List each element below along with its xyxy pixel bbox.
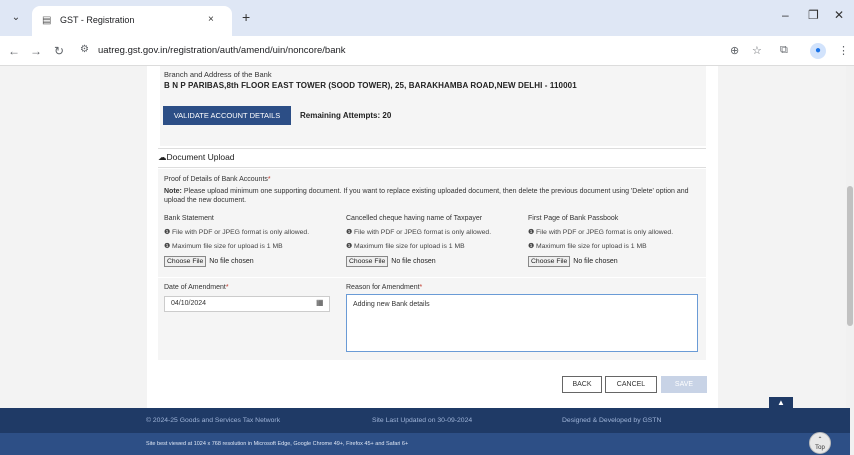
address-bar: ← → ↻ ⚙ uatreg.gst.gov.in/registration/a…	[0, 36, 854, 66]
choose-file-button[interactable]: Choose File	[164, 256, 207, 267]
note-label: Note:	[164, 188, 182, 195]
info-icon: ❶	[528, 229, 535, 236]
format-info: ❶ File with PDF or JPEG format is only a…	[346, 228, 526, 236]
proof-label-text: Proof of Details of Bank Accounts	[164, 176, 268, 183]
file-picker: Choose File No file chosen	[528, 256, 708, 267]
info-icon: ❶	[164, 243, 171, 250]
branch-address-value: B N P PARIBAS,8th FLOOR EAST TOWER (SOOD…	[164, 81, 577, 90]
browser-menu-icon[interactable]: ⋮	[838, 44, 849, 57]
info-icon: ❶	[528, 243, 535, 250]
required-mark: *	[267, 176, 271, 183]
document-upload-header	[158, 148, 706, 168]
reason-for-amendment-textarea[interactable]: Adding new Bank details	[346, 294, 698, 352]
site-info-icon[interactable]: ⚙	[80, 44, 89, 55]
choose-file-button[interactable]: Choose File	[528, 256, 571, 267]
format-info: ❶ File with PDF or JPEG format is only a…	[528, 228, 708, 236]
column-heading: First Page of Bank Passbook	[528, 215, 619, 222]
size-info-text: Maximum file size for upload is 1 MB	[353, 243, 465, 250]
footer-main: © 2024-25 Goods and Services Tax Network…	[0, 408, 850, 433]
size-info-text: Maximum file size for upload is 1 MB	[535, 243, 647, 250]
bank-statement-column: Bank Statement ❶ File with PDF or JPEG f…	[164, 215, 344, 267]
scrollbar-thumb[interactable]	[847, 186, 853, 326]
passbook-column: First Page of Bank Passbook ❶ File with …	[528, 215, 708, 267]
branch-address-label: Branch and Address of the Bank	[164, 70, 272, 79]
note-text: Please upload minimum one supporting doc…	[164, 188, 689, 204]
tab-close-icon[interactable]: ×	[208, 14, 214, 25]
footer-copyright: © 2024-25 Goods and Services Tax Network	[146, 417, 281, 424]
minimize-button[interactable]: –	[782, 8, 789, 22]
footer-last-updated: Site Last Updated on 30-09-2024	[372, 417, 473, 424]
browser-tab-bar: ⌄ ▤ GST - Registration × + – ❐ ✕	[0, 0, 854, 36]
profile-avatar-icon[interactable]: ●	[810, 43, 826, 59]
footer-designed-by: Designed & Developed by GSTN	[562, 417, 662, 424]
size-info: ❶ Maximum file size for upload is 1 MB	[164, 242, 344, 250]
browser-tab[interactable]: ▤ GST - Registration ×	[32, 6, 232, 36]
zoom-icon[interactable]: ⊕	[730, 44, 739, 57]
size-info: ❶ Maximum file size for upload is 1 MB	[346, 242, 526, 250]
remaining-attempts: Remaining Attempts: 20	[300, 111, 391, 120]
new-tab-button[interactable]: +	[242, 9, 250, 25]
cancelled-cheque-column: Cancelled cheque having name of Taxpayer…	[346, 215, 526, 267]
back-button[interactable]: BACK	[562, 376, 602, 393]
column-heading: Bank Statement	[164, 215, 214, 222]
footer-best-viewed: Site best viewed at 1024 x 768 resolutio…	[146, 441, 409, 447]
size-info-text: Maximum file size for upload is 1 MB	[171, 243, 283, 250]
date-of-amendment-input[interactable]: 04/10/2024	[164, 296, 330, 312]
date-of-amendment-label: Date of Amendment*	[164, 284, 229, 291]
required-mark: *	[419, 284, 423, 291]
calendar-icon[interactable]: ▦	[316, 298, 324, 307]
remaining-attempts-value: 20	[382, 111, 392, 120]
close-window-button[interactable]: ✕	[834, 8, 844, 22]
tab-search-chevron-icon[interactable]: ⌄	[8, 10, 24, 26]
chevron-up-icon: ⌃	[817, 437, 823, 443]
cancel-button[interactable]: CANCEL	[605, 376, 657, 393]
date-label-text: Date of Amendment	[164, 284, 226, 291]
extensions-icon[interactable]: ⧉	[780, 44, 788, 57]
document-upload-title-text: Document Upload	[166, 152, 235, 162]
top-label: Top	[815, 445, 825, 451]
file-status: No file chosen	[391, 258, 436, 265]
reason-for-amendment-label: Reason for Amendment*	[346, 284, 422, 291]
cloud-upload-icon: ☁	[158, 152, 167, 162]
save-button[interactable]: SAVE	[661, 376, 707, 393]
remaining-attempts-label: Remaining Attempts:	[300, 111, 381, 120]
proof-label: Proof of Details of Bank Accounts*	[164, 176, 271, 183]
format-info: ❶ File with PDF or JPEG format is only a…	[164, 228, 344, 236]
bookmark-star-icon[interactable]: ☆	[752, 44, 762, 57]
file-status: No file chosen	[209, 258, 254, 265]
page-scrollbar[interactable]	[846, 66, 854, 455]
info-icon: ❶	[164, 229, 171, 236]
column-heading: Cancelled cheque having name of Taxpayer	[346, 215, 483, 222]
required-mark: *	[225, 284, 229, 291]
back-to-top-button[interactable]: ⌃ Top	[809, 432, 831, 454]
back-arrow-icon[interactable]: ←	[8, 44, 20, 58]
forward-arrow-icon[interactable]: →	[30, 44, 42, 58]
url-field[interactable]: uatreg.gst.gov.in/registration/auth/amen…	[98, 45, 346, 56]
file-status: No file chosen	[573, 258, 618, 265]
format-info-text: File with PDF or JPEG format is only all…	[353, 229, 492, 236]
file-picker: Choose File No file chosen	[346, 256, 526, 267]
reason-label-text: Reason for Amendment	[346, 284, 420, 291]
choose-file-button[interactable]: Choose File	[346, 256, 389, 267]
restore-button[interactable]: ❐	[808, 8, 819, 22]
document-upload-title: ☁Document Upload	[158, 152, 235, 163]
format-info-text: File with PDF or JPEG format is only all…	[171, 229, 310, 236]
file-picker: Choose File No file chosen	[164, 256, 344, 267]
info-icon: ❶	[346, 229, 353, 236]
validate-account-button[interactable]: VALIDATE ACCOUNT DETAILS	[163, 106, 291, 125]
upload-note: Note: Please upload minimum one supporti…	[164, 187, 704, 205]
gst-favicon-icon: ▤	[42, 15, 52, 26]
tab-title: GST - Registration	[60, 15, 135, 25]
reload-icon[interactable]: ↻	[54, 44, 64, 58]
info-icon: ❶	[346, 243, 353, 250]
format-info-text: File with PDF or JPEG format is only all…	[535, 229, 674, 236]
size-info: ❶ Maximum file size for upload is 1 MB	[528, 242, 708, 250]
footer-bottom: Site best viewed at 1024 x 768 resolutio…	[0, 433, 850, 455]
